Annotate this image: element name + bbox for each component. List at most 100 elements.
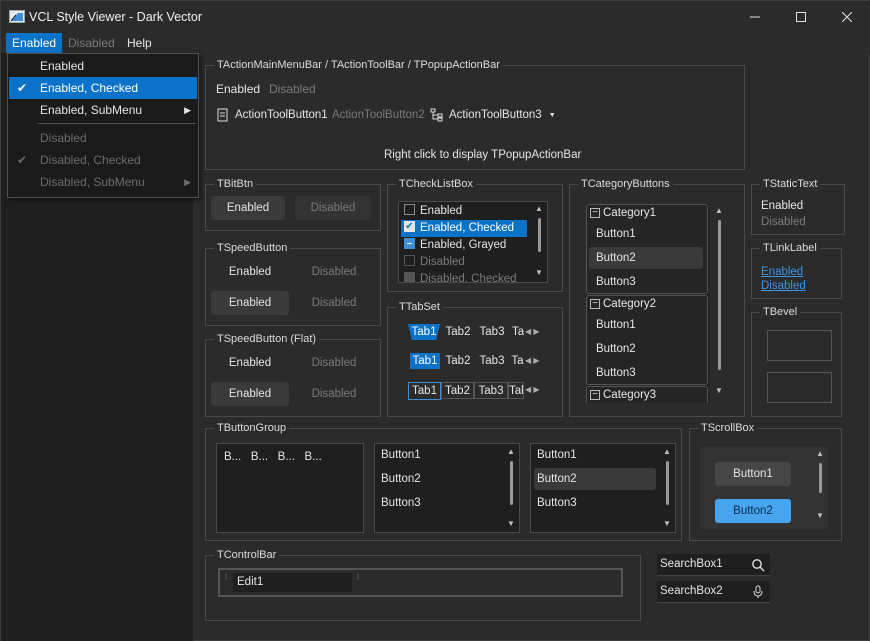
scroll-thumb[interactable] [537,218,541,252]
tabset2-tab2[interactable]: Tab2 [443,353,473,369]
scrollbox-button2[interactable]: Button2 [715,499,791,523]
dropdown-item-enabled-checked[interactable]: ✔ Enabled, Checked [9,77,197,99]
checklist-item-enabled-grayed[interactable]: Enabled, Grayed [401,237,527,254]
grip-icon[interactable]: ⁞ [225,574,227,582]
buttongroup1-button1[interactable]: Button1 [381,449,421,461]
buttongroup2-button1[interactable]: Button1 [537,449,577,461]
link-enabled[interactable]: Enabled [761,266,803,278]
dropdown-item-disabled-submenu[interactable]: Disabled, SubMenu ▶ [9,171,197,193]
speedbutton-enabled-down[interactable]: Enabled [211,291,289,315]
flat-speedbutton-enabled-down[interactable]: Enabled [211,382,289,406]
check-icon: ✔ [17,153,28,167]
close-button[interactable] [824,1,870,33]
searchbox-1[interactable]: SearchBox1 [657,554,770,576]
tabset2-tab1[interactable]: Tab1 [410,353,440,369]
category1-button2[interactable]: Button2 [589,247,703,269]
tabset2-scroll-arrows-icon[interactable]: ◀ ▶ [525,356,540,365]
checklist-item-disabled[interactable]: Disabled [401,254,527,271]
tabset2-tab3[interactable]: Tab3 [476,353,508,369]
buttongroup2-button3[interactable]: Button3 [537,497,577,509]
category2-header[interactable]: − Category2 [590,298,656,310]
tabset3-tab2[interactable]: Tab2 [441,382,474,399]
dropdown-item-enabled[interactable]: Enabled [9,55,197,77]
category3-header[interactable]: − Category3 [590,389,656,401]
scroll-thumb[interactable] [717,220,721,370]
checklist-item-disabled-checked[interactable]: Disabled, Checked [401,271,527,282]
dropdown-item-disabled-checked[interactable]: ✔ Disabled, Checked [9,149,197,171]
category1-button3[interactable]: Button3 [589,271,703,293]
bitbtn-enabled[interactable]: Enabled [211,196,285,220]
menu-disabled[interactable]: Disabled [62,33,121,53]
flat-speedbutton-enabled[interactable]: Enabled [211,351,289,375]
category-scrollbar[interactable]: ▲ ▼ [713,206,725,398]
tabset2-tab4[interactable]: Ta [511,353,524,369]
scrollbox-scrollbar[interactable]: ▲ ▼ [814,449,826,525]
tabset1-tab1[interactable]: Tab1 [408,324,440,340]
edit1-field[interactable]: Edit1 [233,573,352,592]
bevel-box-1 [767,330,832,361]
tabset3-tab4[interactable]: Tal [508,382,524,399]
buttongroup-compact[interactable]: B... B... B... B... [216,443,364,533]
controlbar[interactable]: ⁞ Edit1 ⁞ [218,568,623,597]
scroll-thumb[interactable] [665,461,669,505]
grip-icon[interactable]: ⁞ [357,574,359,582]
tabset3-tab3[interactable]: Tab3 [474,382,508,399]
checklist-item-label: Enabled, Checked [420,222,514,234]
tabset1-tab4[interactable]: Ta [512,324,524,340]
menu-help[interactable]: Help [121,33,158,53]
search-icon[interactable] [751,558,765,572]
action-menu-disabled[interactable]: Disabled [269,82,316,96]
action-tool-button-2[interactable]: ActionToolButton2 [332,109,425,121]
scroll-thumb[interactable] [818,463,822,493]
flat-speedbutton-disabled[interactable]: Disabled [295,351,373,375]
category2-button3[interactable]: Button3 [589,362,703,384]
tabset1-scroll-arrows-icon[interactable]: ◀ ▶ [525,327,540,336]
tabset3-scroll-arrows-icon[interactable]: ◀ ▶ [525,385,540,394]
dropdown-item-label: Enabled, SubMenu [40,103,143,117]
scrollbox[interactable]: Button1 Button2 ▲ ▼ [700,447,828,529]
action-menu-enabled[interactable]: Enabled [216,82,260,96]
speedbutton-disabled[interactable]: Disabled [295,260,373,284]
link-disabled[interactable]: Disabled [761,280,806,292]
categorybuttons[interactable]: − Category1 Button1 Button2 Button3 − Cate… [586,204,710,403]
maximize-button[interactable] [778,1,824,33]
searchbox-2[interactable]: SearchBox2 [657,581,770,603]
checklist-item-enabled-checked[interactable]: ✔ Enabled, Checked [401,220,527,237]
tabset1-tab2[interactable]: Tab2 [443,324,473,340]
action-tool-button-3[interactable]: ActionToolButton3 ▼ [430,108,556,122]
tabset-group: TTabSet Tab1 Tab2 Tab3 Ta ◀ ▶ Tab1 Tab2 … [387,300,563,417]
checklistbox[interactable]: Enabled ✔ Enabled, Checked Enabled, Graye… [398,201,548,283]
buttongroup1-button3[interactable]: Button3 [381,497,421,509]
buttongroup2-scrollbar[interactable]: ▲ ▼ [661,447,673,529]
bitbtn-disabled[interactable]: Disabled [295,196,371,220]
checklist-scrollbar[interactable]: ▲ ▼ [533,204,545,280]
flat-speedbutton-disabled-down[interactable]: Disabled [295,382,373,406]
buttongroup1-button2[interactable]: Button2 [381,473,421,485]
buttongroup2-button2[interactable]: Button2 [537,473,577,485]
tabset3-tab1[interactable]: Tab1 [408,382,441,400]
category1-header[interactable]: − Category1 [590,207,656,219]
checklist-item-enabled[interactable]: Enabled [401,203,527,220]
tabset1-tab3[interactable]: Tab3 [476,324,508,340]
dropdown-item-disabled[interactable]: Disabled [9,127,197,149]
action-tool-button-1[interactable]: ActionToolButton1 [216,108,328,122]
category2-button2[interactable]: Button2 [589,338,703,360]
buttongroup-list-2[interactable]: Button1 Button2 Button3 ▲ ▼ [530,443,676,533]
buttongroup-compact-buttons[interactable]: B... B... B... B... [224,451,322,463]
title-bar: VCL Style Viewer - Dark Vector [1,1,870,33]
group-label: TControlBar [214,548,280,562]
speedbutton-disabled-down[interactable]: Disabled [295,291,373,315]
scroll-thumb[interactable] [509,461,513,505]
category1-button1[interactable]: Button1 [589,223,703,245]
microphone-icon[interactable] [751,585,765,599]
buttongroup1-scrollbar[interactable]: ▲ ▼ [505,447,517,529]
speedbutton-enabled[interactable]: Enabled [211,260,289,284]
minimize-button[interactable] [732,1,778,33]
submenu-arrow-icon: ▶ [184,105,191,115]
dropdown-item-enabled-submenu[interactable]: Enabled, SubMenu ▶ [9,99,197,121]
dropdown-arrow-icon: ▼ [548,111,556,119]
menu-enabled[interactable]: Enabled [6,33,63,53]
category2-button1[interactable]: Button1 [589,314,703,336]
scrollbox-button1[interactable]: Button1 [715,462,791,486]
buttongroup-list-1[interactable]: Button1 Button2 Button3 ▲ ▼ [374,443,520,533]
